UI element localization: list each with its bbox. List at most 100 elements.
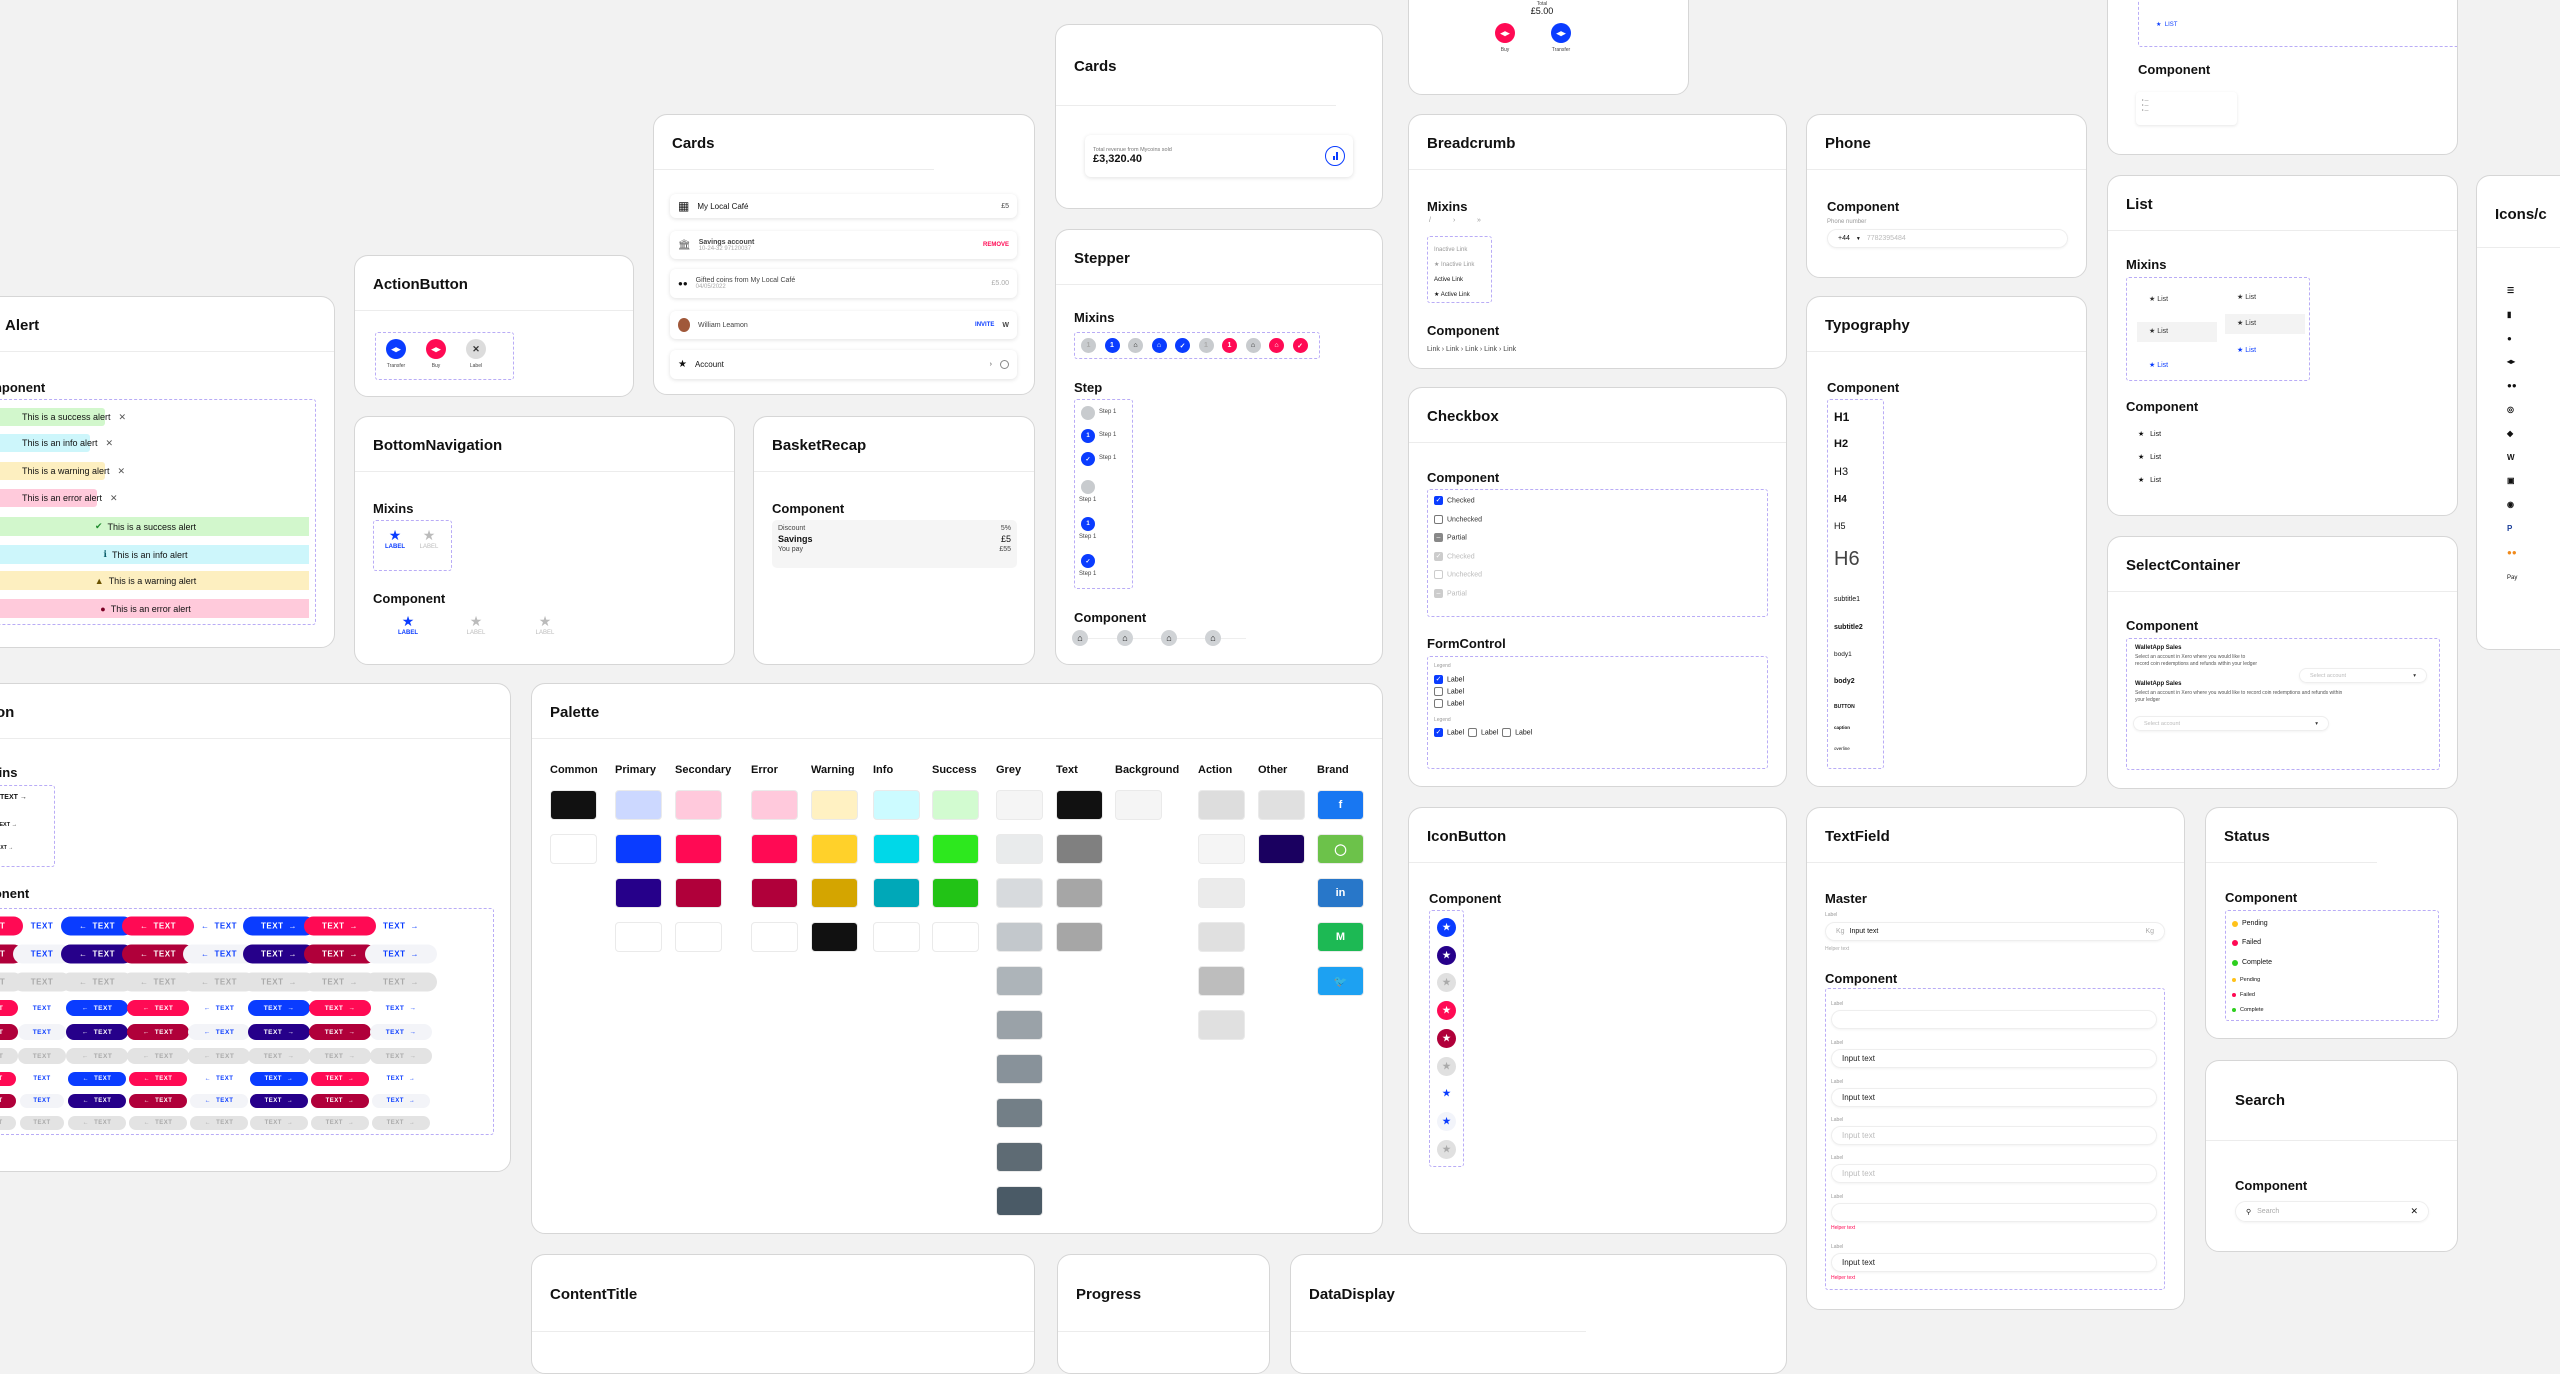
mixin-button-small[interactable]: TEXT →	[0, 845, 13, 851]
checkbox-checked[interactable]: ✓ Checked	[1434, 496, 1475, 505]
nav-item-active[interactable]: ★ LABEL	[380, 527, 410, 550]
button-contained-secondary-small[interactable]: TEXT →	[311, 1072, 369, 1086]
checkbox-checked[interactable]: ✓	[1434, 728, 1443, 737]
checkbox-unchecked[interactable]	[1468, 728, 1478, 737]
button-text-primary-small[interactable]: TEXT	[20, 1116, 64, 1130]
list-item[interactable]: ★ List	[2138, 430, 2161, 438]
button-contained-primary-medium[interactable]: TEXT →	[248, 1048, 310, 1064]
list-item[interactable]: ★ List	[2138, 453, 2161, 461]
transfer-icon[interactable]: ◂▸	[386, 339, 406, 359]
nav-item[interactable]: ★ LABEL	[461, 613, 491, 636]
button-contained-secondary-small[interactable]: TEXT	[0, 1094, 16, 1108]
text-input-empty[interactable]	[1831, 1010, 2157, 1029]
button-contained-primary-medium[interactable]: TEXT →	[248, 1024, 310, 1040]
checkbox-checked-disabled[interactable]: ✓ Checked	[1434, 551, 1475, 561]
basket-step-icon[interactable]: ⌂	[1072, 630, 1088, 646]
button-contained-secondary-medium[interactable]: ← TEXT	[127, 1048, 189, 1064]
button-text-primary-small[interactable]: TEXT →	[372, 1094, 430, 1108]
card-row-account[interactable]: ★ Account ›	[670, 350, 1017, 379]
clear-icon[interactable]: ✕	[2410, 1206, 2418, 1217]
close-icon[interactable]: ✕	[119, 412, 127, 423]
button-contained-primary-small[interactable]: TEXT →	[250, 1094, 308, 1108]
nav-item[interactable]: ★ LABEL	[530, 613, 560, 636]
button-text-primary-small[interactable]: ← TEXT	[190, 1116, 248, 1130]
button-text-primary-small[interactable]: ← TEXT	[190, 1072, 248, 1086]
checkbox-box[interactable]: ✓	[1434, 496, 1443, 505]
checkbox-box[interactable]	[1434, 570, 1443, 579]
buy-icon[interactable]: ◂▸	[426, 339, 446, 359]
button-contained-secondary-medium[interactable]: TEXT →	[309, 1024, 371, 1040]
inactive-link-with-icon[interactable]: Inactive Link	[1441, 262, 1474, 268]
list-item[interactable]: ★ List	[2137, 356, 2217, 376]
button-text-primary-medium[interactable]: ← TEXT	[188, 1000, 250, 1016]
button-text-primary-large[interactable]: TEXT →	[365, 944, 437, 964]
invite-button[interactable]: INVITE	[975, 322, 994, 328]
button-text-primary-small[interactable]: TEXT	[20, 1072, 64, 1086]
text-input-placeholder[interactable]: Input text	[1831, 1126, 2157, 1145]
buy-button[interactable]: ◂▸	[1495, 23, 1515, 43]
checkbox-box[interactable]: –	[1434, 588, 1443, 598]
checkbox-box[interactable]: –	[1434, 533, 1443, 542]
checkbox-unchecked[interactable]	[1434, 699, 1443, 708]
select-account-dropdown[interactable]: Select account ▾	[2133, 716, 2329, 731]
transfer-button[interactable]: ◂▸	[1551, 23, 1571, 43]
star-icon-button[interactable]: ★	[1437, 1028, 1456, 1048]
list-item[interactable]: ★ List	[2225, 288, 2305, 308]
nav-item[interactable]: ★ LABEL	[414, 527, 444, 550]
button-contained-secondary-small[interactable]: ← TEXT	[129, 1072, 187, 1086]
close-icon[interactable]: ✕	[466, 339, 486, 359]
text-input-error[interactable]: Input text	[1831, 1253, 2157, 1272]
radio-button[interactable]	[1000, 360, 1009, 369]
card-row-gift[interactable]: ●● Gifted coins from My Local Café 04/05/2…	[670, 269, 1017, 298]
button-contained-secondary-small[interactable]: TEXT	[0, 1072, 16, 1086]
button-contained-secondary-small[interactable]: TEXT →	[311, 1116, 369, 1130]
button-text-primary-medium[interactable]: TEXT	[18, 1024, 66, 1040]
inactive-link[interactable]: Inactive Link	[1434, 243, 1485, 258]
checkbox-partial[interactable]: – Partial	[1434, 533, 1467, 542]
close-icon[interactable]: ✕	[118, 466, 126, 477]
checkbox-checked[interactable]: ✓	[1434, 675, 1443, 684]
text-input-filled[interactable]: Input text	[1831, 1049, 2157, 1068]
button-contained-primary-small[interactable]: TEXT →	[250, 1072, 308, 1086]
text-input-placeholder[interactable]: Input text	[1831, 1164, 2157, 1183]
basket-step-icon[interactable]: ⌂	[1117, 630, 1133, 646]
button-contained-secondary-medium[interactable]: TEXT	[0, 1024, 18, 1040]
button-text-primary-small[interactable]: TEXT →	[372, 1072, 430, 1086]
text-input-filled[interactable]: Input text	[1831, 1088, 2157, 1107]
button-contained-secondary-medium[interactable]: TEXT	[0, 1048, 18, 1064]
active-link[interactable]: Active Link	[1434, 273, 1485, 288]
card-row-cafe[interactable]: ▦ My Local Café £5	[670, 194, 1017, 218]
button-contained-secondary-medium[interactable]: TEXT →	[309, 1048, 371, 1064]
bar-chart-icon[interactable]	[1325, 146, 1345, 166]
button-contained-primary-small[interactable]: ← TEXT	[68, 1116, 126, 1130]
list-item[interactable]: ★ List	[2225, 314, 2305, 334]
active-link-with-icon[interactable]: Active Link	[1441, 292, 1470, 298]
button-contained-primary-small[interactable]: ← TEXT	[68, 1072, 126, 1086]
button-text-primary-medium[interactable]: TEXT →	[370, 1048, 432, 1064]
button-contained-secondary-medium[interactable]: TEXT →	[309, 1000, 371, 1016]
button-text-primary-small[interactable]: TEXT	[20, 1094, 64, 1108]
text-input-error[interactable]	[1831, 1203, 2157, 1222]
checkbox-unchecked-disabled[interactable]: Unchecked	[1434, 570, 1482, 579]
button-text-primary-medium[interactable]: ← TEXT	[188, 1024, 250, 1040]
search-input[interactable]: ⚲ Search ✕	[2235, 1201, 2429, 1222]
close-icon[interactable]: ✕	[106, 438, 114, 449]
card-row-contact[interactable]: William Leamon INVITE W	[670, 311, 1017, 339]
button-text-primary-small[interactable]: TEXT →	[372, 1116, 430, 1130]
button-contained-primary-small[interactable]: ← TEXT	[68, 1094, 126, 1108]
checkbox-unchecked[interactable]: Unchecked	[1434, 514, 1482, 524]
checkbox-unchecked[interactable]	[1434, 687, 1443, 696]
list-item[interactable]: ★ List	[2137, 322, 2217, 342]
list-item[interactable]: ★ List	[2137, 290, 2217, 310]
list-item-active[interactable]: ★ LIST	[2156, 21, 2177, 28]
button-text-primary-medium[interactable]: ← TEXT	[188, 1048, 250, 1064]
button-contained-secondary-small[interactable]: TEXT	[0, 1116, 16, 1130]
star-icon-button[interactable]: ★	[1437, 918, 1456, 937]
basket-step-icon[interactable]: ⌂	[1161, 630, 1177, 646]
star-icon-button[interactable]: ★	[1437, 1056, 1456, 1076]
button-contained-secondary-medium[interactable]: TEXT	[0, 1000, 18, 1016]
list-item[interactable]: ★ List	[2138, 476, 2161, 484]
master-input[interactable]: Kg Input text Kg	[1825, 922, 2165, 941]
star-icon-button[interactable]: ★	[1437, 1139, 1456, 1159]
nav-item-active[interactable]: ★ LABEL	[393, 613, 423, 636]
